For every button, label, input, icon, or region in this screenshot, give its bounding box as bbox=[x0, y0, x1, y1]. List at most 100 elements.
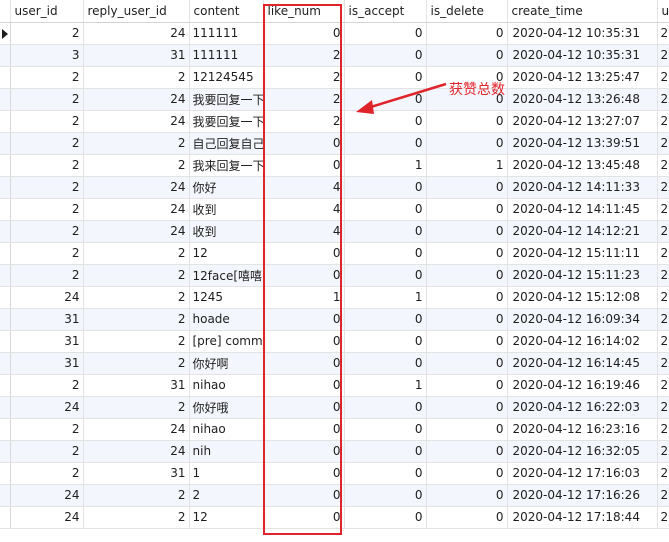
cell-create-time[interactable]: 2020-04-12 13:25:47 bbox=[507, 66, 658, 89]
cell-is-accept[interactable]: 1 bbox=[344, 374, 427, 397]
cell-u[interactable]: 20 bbox=[657, 440, 669, 463]
cell-like-num[interactable]: 0 bbox=[263, 264, 345, 287]
column-header-u[interactable]: u bbox=[657, 0, 669, 23]
row-indicator[interactable] bbox=[0, 44, 11, 67]
row-indicator[interactable] bbox=[0, 330, 11, 353]
cell-is-delete[interactable]: 0 bbox=[426, 44, 508, 67]
cell-content[interactable]: 12face[嘻嘻] bbox=[189, 264, 264, 287]
cell-is-delete[interactable]: 0 bbox=[426, 330, 508, 353]
cell-u[interactable]: 20 bbox=[657, 220, 669, 243]
column-header-create-time[interactable]: create_time bbox=[507, 0, 658, 23]
table-row[interactable]: 242120002020-04-12 17:18:4420 bbox=[0, 506, 669, 529]
cell-reply-user-id[interactable]: 2 bbox=[83, 352, 190, 375]
cell-u[interactable]: 20 bbox=[657, 242, 669, 265]
cell-create-time[interactable]: 2020-04-12 15:11:11 bbox=[507, 242, 658, 265]
cell-user-id[interactable]: 24 bbox=[10, 396, 84, 419]
cell-content[interactable]: 你好哦 bbox=[189, 396, 264, 419]
row-indicator[interactable] bbox=[0, 308, 11, 331]
row-indicator[interactable] bbox=[0, 418, 11, 441]
cell-u[interactable]: 20 bbox=[657, 176, 669, 199]
cell-user-id[interactable]: 2 bbox=[10, 374, 84, 397]
cell-u[interactable]: 20 bbox=[657, 374, 669, 397]
cell-reply-user-id[interactable]: 24 bbox=[83, 198, 190, 221]
cell-reply-user-id[interactable]: 24 bbox=[83, 440, 190, 463]
cell-user-id[interactable]: 3 bbox=[10, 44, 84, 67]
row-indicator[interactable] bbox=[0, 88, 11, 111]
cell-create-time[interactable]: 2020-04-12 14:11:45 bbox=[507, 198, 658, 221]
cell-user-id[interactable]: 2 bbox=[10, 66, 84, 89]
row-indicator[interactable] bbox=[0, 462, 11, 485]
cell-reply-user-id[interactable]: 24 bbox=[83, 110, 190, 133]
cell-like-num[interactable]: 0 bbox=[263, 330, 345, 353]
cell-u[interactable]: 20 bbox=[657, 396, 669, 419]
cell-content[interactable]: [pre] comme bbox=[189, 330, 264, 353]
cell-reply-user-id[interactable]: 2 bbox=[83, 330, 190, 353]
cell-reply-user-id[interactable]: 2 bbox=[83, 506, 190, 529]
cell-u[interactable]: 20 bbox=[657, 330, 669, 353]
cell-reply-user-id[interactable]: 31 bbox=[83, 462, 190, 485]
cell-user-id[interactable]: 2 bbox=[10, 418, 84, 441]
cell-u[interactable]: 20 bbox=[657, 286, 669, 309]
cell-u[interactable]: 20 bbox=[657, 198, 669, 221]
cell-like-num[interactable]: 0 bbox=[263, 154, 345, 177]
cell-is-delete[interactable]: 0 bbox=[426, 286, 508, 309]
cell-user-id[interactable]: 2 bbox=[10, 264, 84, 287]
cell-like-num[interactable]: 2 bbox=[263, 44, 345, 67]
cell-create-time[interactable]: 2020-04-12 17:18:44 bbox=[507, 506, 658, 529]
cell-content[interactable]: 我来回复一下 bbox=[189, 154, 264, 177]
cell-is-delete[interactable]: 0 bbox=[426, 396, 508, 419]
cell-create-time[interactable]: 2020-04-12 16:09:34 bbox=[507, 308, 658, 331]
cell-like-num[interactable]: 0 bbox=[263, 22, 345, 45]
cell-content[interactable]: 收到 bbox=[189, 198, 264, 221]
cell-u[interactable]: 20 bbox=[657, 506, 669, 529]
cell-reply-user-id[interactable]: 2 bbox=[83, 264, 190, 287]
cell-is-delete[interactable]: 0 bbox=[426, 352, 508, 375]
cell-like-num[interactable]: 4 bbox=[263, 220, 345, 243]
cell-is-delete[interactable]: 0 bbox=[426, 462, 508, 485]
cell-content[interactable]: 12124545 bbox=[189, 66, 264, 89]
cell-like-num[interactable]: 0 bbox=[263, 352, 345, 375]
row-indicator[interactable] bbox=[0, 176, 11, 199]
cell-is-accept[interactable]: 0 bbox=[344, 308, 427, 331]
row-indicator[interactable] bbox=[0, 154, 11, 177]
table-row[interactable]: 224我要回复一下2002020-04-12 13:27:0720 bbox=[0, 110, 669, 133]
cell-like-num[interactable]: 0 bbox=[263, 440, 345, 463]
cell-create-time[interactable]: 2020-04-12 13:26:48 bbox=[507, 88, 658, 111]
cell-reply-user-id[interactable]: 2 bbox=[83, 66, 190, 89]
cell-content[interactable]: 你好 bbox=[189, 176, 264, 199]
row-indicator[interactable] bbox=[0, 198, 11, 221]
cell-is-accept[interactable]: 0 bbox=[344, 462, 427, 485]
cell-create-time[interactable]: 2020-04-12 14:11:33 bbox=[507, 176, 658, 199]
cell-is-accept[interactable]: 0 bbox=[344, 44, 427, 67]
cell-reply-user-id[interactable]: 2 bbox=[83, 132, 190, 155]
cell-user-id[interactable]: 2 bbox=[10, 462, 84, 485]
column-header-reply-user-id[interactable]: reply_user_id bbox=[83, 0, 190, 23]
cell-is-delete[interactable]: 0 bbox=[426, 484, 508, 507]
table-row[interactable]: 224你好4002020-04-12 14:11:3320 bbox=[0, 176, 669, 199]
table-row[interactable]: 22我来回复一下0112020-04-12 13:45:4820 bbox=[0, 154, 669, 177]
cell-u[interactable]: 20 bbox=[657, 264, 669, 287]
cell-like-num[interactable]: 0 bbox=[263, 132, 345, 155]
table-row[interactable]: 224nihao0002020-04-12 16:23:1620 bbox=[0, 418, 669, 441]
cell-user-id[interactable]: 2 bbox=[10, 440, 84, 463]
cell-is-accept[interactable]: 0 bbox=[344, 242, 427, 265]
cell-is-accept[interactable]: 0 bbox=[344, 352, 427, 375]
cell-user-id[interactable]: 31 bbox=[10, 308, 84, 331]
table-row[interactable]: 224收到4002020-04-12 14:11:4520 bbox=[0, 198, 669, 221]
cell-is-accept[interactable]: 0 bbox=[344, 132, 427, 155]
cell-content[interactable]: 你好啊 bbox=[189, 352, 264, 375]
table-row[interactable]: 24212451102020-04-12 15:12:0820 bbox=[0, 286, 669, 309]
row-indicator[interactable] bbox=[0, 352, 11, 375]
table-row[interactable]: 2212face[嘻嘻]0002020-04-12 15:11:2320 bbox=[0, 264, 669, 287]
cell-create-time[interactable]: 2020-04-12 14:12:21 bbox=[507, 220, 658, 243]
cell-reply-user-id[interactable]: 24 bbox=[83, 88, 190, 111]
cell-create-time[interactable]: 2020-04-12 16:32:05 bbox=[507, 440, 658, 463]
cell-like-num[interactable]: 0 bbox=[263, 308, 345, 331]
row-indicator[interactable] bbox=[0, 396, 11, 419]
cell-is-accept[interactable]: 0 bbox=[344, 220, 427, 243]
cell-content[interactable]: 我要回复一下 bbox=[189, 110, 264, 133]
cell-user-id[interactable]: 24 bbox=[10, 484, 84, 507]
cell-content[interactable]: 111111 bbox=[189, 22, 264, 45]
cell-user-id[interactable]: 2 bbox=[10, 22, 84, 45]
cell-user-id[interactable]: 31 bbox=[10, 352, 84, 375]
